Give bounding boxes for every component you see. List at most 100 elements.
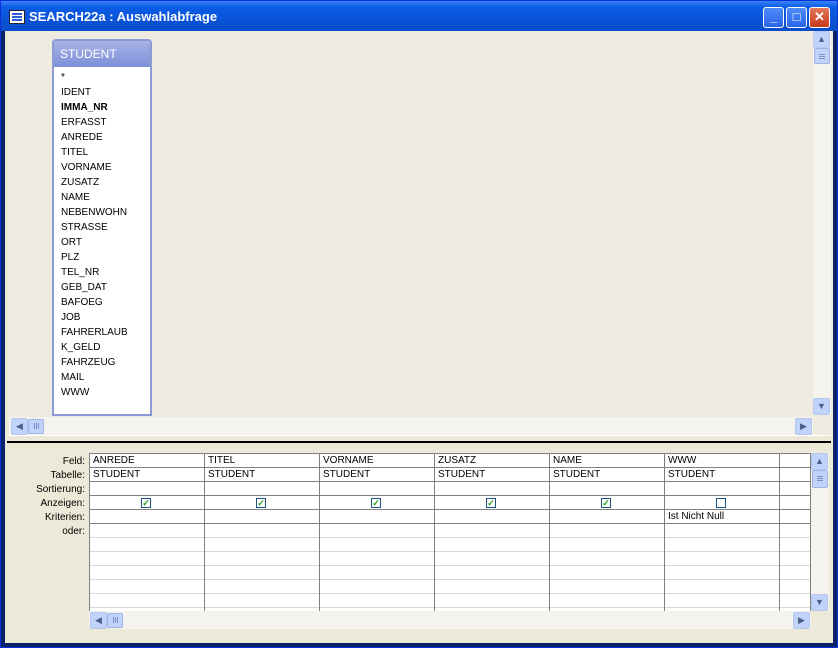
grid-cell-criteria[interactable]	[435, 510, 549, 524]
grid-cell-empty[interactable]	[320, 580, 434, 594]
field-item[interactable]: JOB	[57, 310, 143, 325]
grid-cell-table[interactable]: STUDENT	[90, 468, 204, 482]
grid-cell-field[interactable]: WWW	[665, 454, 779, 468]
grid-cell-empty[interactable]	[665, 580, 779, 594]
show-checkbox[interactable]: ✓	[371, 498, 381, 508]
show-checkbox[interactable]: ✓	[256, 498, 266, 508]
field-item[interactable]: FAHRERLAUB	[57, 325, 143, 340]
table-field-list[interactable]: STUDENT * IDENT IMMA_NR ERFASST ANREDE TITEL V…	[52, 39, 152, 416]
grid-cell-empty[interactable]	[780, 552, 810, 566]
field-item[interactable]: WWW	[57, 385, 143, 400]
field-item[interactable]: GEB_DAT	[57, 280, 143, 295]
grid-cell-empty[interactable]	[780, 482, 810, 496]
field-item[interactable]: BAFOEG	[57, 295, 143, 310]
grid-cell-empty[interactable]	[550, 566, 664, 580]
grid-cell-empty[interactable]	[90, 566, 204, 580]
grid-cell-empty[interactable]	[550, 538, 664, 552]
show-checkbox[interactable]: ✓	[601, 498, 611, 508]
scroll-thumb[interactable]	[814, 48, 830, 64]
grid-cell-empty[interactable]	[435, 566, 549, 580]
grid-cell-or[interactable]	[550, 524, 664, 538]
scroll-left-button[interactable]: ◀	[90, 612, 107, 629]
minimize-button[interactable]: _	[763, 7, 784, 28]
grid-cell-empty[interactable]	[90, 594, 204, 608]
grid-cell-criteria[interactable]: Ist Nicht Null	[665, 510, 779, 524]
scroll-thumb[interactable]	[107, 613, 123, 628]
grid-cell-empty[interactable]	[435, 594, 549, 608]
grid-vertical-scrollbar[interactable]: ▲ ▼	[811, 453, 829, 611]
grid-cell-empty[interactable]	[550, 552, 664, 566]
scroll-up-button[interactable]: ▲	[813, 31, 830, 48]
grid-cell-sort[interactable]	[205, 482, 319, 496]
grid-cell-table[interactable]: STUDENT	[665, 468, 779, 482]
query-icon[interactable]	[9, 10, 25, 24]
grid-cell-table[interactable]: STUDENT	[435, 468, 549, 482]
grid-cell-empty[interactable]	[90, 538, 204, 552]
scroll-left-button[interactable]: ◀	[11, 418, 28, 435]
grid-cell-empty[interactable]	[205, 566, 319, 580]
field-item[interactable]: *	[57, 70, 143, 85]
field-item[interactable]: VORNAME	[57, 160, 143, 175]
field-item[interactable]: IDENT	[57, 85, 143, 100]
grid-cell-sort[interactable]	[320, 482, 434, 496]
show-checkbox[interactable]	[716, 498, 726, 508]
grid-cell-empty[interactable]	[780, 468, 810, 482]
grid-cell-empty[interactable]	[205, 594, 319, 608]
grid-cell-empty[interactable]	[320, 538, 434, 552]
grid-cell-empty[interactable]	[665, 566, 779, 580]
field-item[interactable]: PLZ	[57, 250, 143, 265]
scroll-thumb[interactable]	[812, 470, 828, 488]
grid-horizontal-scrollbar[interactable]: ◀ ▶	[89, 611, 811, 629]
grid-cell-table[interactable]: STUDENT	[320, 468, 434, 482]
maximize-button[interactable]: □	[786, 7, 807, 28]
grid-cell-empty[interactable]	[780, 580, 810, 594]
grid-cell-empty[interactable]	[665, 594, 779, 608]
grid-cell-show[interactable]: ✓	[435, 496, 549, 510]
field-item[interactable]: ANREDE	[57, 130, 143, 145]
grid-cell-sort[interactable]	[550, 482, 664, 496]
upper-vertical-scrollbar[interactable]: ▲ ▼	[813, 31, 831, 415]
grid-cell-empty[interactable]	[435, 580, 549, 594]
field-item[interactable]: ORT	[57, 235, 143, 250]
grid-cell-sort[interactable]	[90, 482, 204, 496]
field-item[interactable]: STRASSE	[57, 220, 143, 235]
grid-cell-field[interactable]: NAME	[550, 454, 664, 468]
close-button[interactable]: ✕	[809, 7, 830, 28]
table-name[interactable]: STUDENT	[54, 41, 150, 67]
grid-cell-field[interactable]: ANREDE	[90, 454, 204, 468]
scroll-thumb[interactable]	[28, 419, 44, 434]
field-item[interactable]: TEL_NR	[57, 265, 143, 280]
field-item[interactable]: FAHRZEUG	[57, 355, 143, 370]
field-item[interactable]: ZUSATZ	[57, 175, 143, 190]
grid-cell-empty[interactable]	[665, 552, 779, 566]
grid-cell-empty[interactable]	[320, 552, 434, 566]
grid-cell-show[interactable]: ✓	[90, 496, 204, 510]
scroll-right-button[interactable]: ▶	[795, 418, 812, 435]
grid-cell-table[interactable]: STUDENT	[205, 468, 319, 482]
grid-cell-empty[interactable]	[780, 510, 810, 524]
grid-cell-show[interactable]: ✓	[205, 496, 319, 510]
scroll-down-button[interactable]: ▼	[811, 594, 828, 611]
grid-cell-empty[interactable]	[780, 594, 810, 608]
upper-horizontal-scrollbar[interactable]: ◀ ▶	[9, 417, 813, 435]
grid-cell-show[interactable]: ✓	[320, 496, 434, 510]
scroll-right-button[interactable]: ▶	[793, 612, 810, 629]
grid-cell-show[interactable]: ✓	[550, 496, 664, 510]
grid-cell-or[interactable]	[320, 524, 434, 538]
field-item[interactable]: NEBENWOHN	[57, 205, 143, 220]
field-item[interactable]: ERFASST	[57, 115, 143, 130]
grid-cell-empty[interactable]	[780, 454, 810, 468]
show-checkbox[interactable]: ✓	[141, 498, 151, 508]
field-item[interactable]: K_GELD	[57, 340, 143, 355]
grid-cell-sort[interactable]	[665, 482, 779, 496]
grid-cell-table[interactable]: STUDENT	[550, 468, 664, 482]
grid-cell-empty[interactable]	[320, 594, 434, 608]
grid-cell-or[interactable]	[435, 524, 549, 538]
query-design-grid[interactable]: ANREDE STUDENT ✓ TITEL STUDENT ✓ VORNAME STUDEN…	[89, 453, 811, 613]
field-item[interactable]: MAIL	[57, 370, 143, 385]
grid-cell-empty[interactable]	[205, 552, 319, 566]
grid-cell-empty[interactable]	[550, 580, 664, 594]
grid-cell-empty[interactable]	[320, 566, 434, 580]
grid-cell-empty[interactable]	[665, 538, 779, 552]
grid-cell-empty[interactable]	[550, 594, 664, 608]
